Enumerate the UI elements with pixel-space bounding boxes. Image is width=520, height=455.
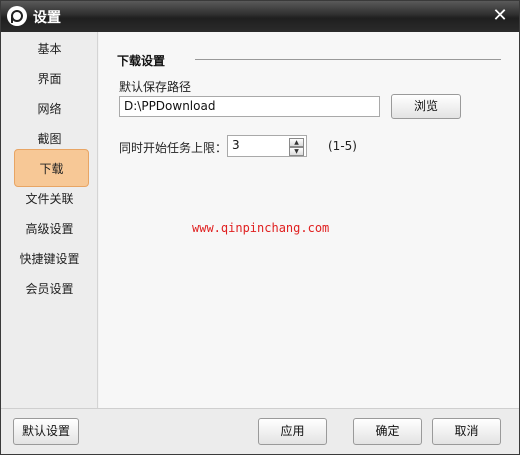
close-icon[interactable]: ✕ <box>489 5 511 27</box>
section-divider <box>195 59 501 60</box>
sidebar-item-basic[interactable]: 基本 <box>1 34 98 64</box>
sidebar-item-file-association[interactable]: 文件关联 <box>1 184 98 214</box>
app-logo-icon <box>7 6 27 26</box>
spin-down-icon[interactable]: ▼ <box>289 147 304 156</box>
browse-button[interactable]: 浏览 <box>391 94 461 119</box>
sidebar-item-shortcuts[interactable]: 快捷键设置 <box>1 244 98 274</box>
window-title: 设置 <box>33 10 61 26</box>
sidebar-item-interface[interactable]: 界面 <box>1 64 98 94</box>
sidebar-item-network[interactable]: 网络 <box>1 94 98 124</box>
settings-sidebar: 基本 界面 网络 截图 下载 文件关联 高级设置 快捷键设置 会员设置 <box>1 32 98 408</box>
cancel-button[interactable]: 取消 <box>432 418 501 445</box>
settings-content: 下载设置 默认保存路径 D:\PPDownload 浏览 同时开始任务上限： 3… <box>99 32 519 408</box>
settings-dialog: 设置 ✕ 基本 界面 网络 截图 下载 文件关联 高级设置 快捷键设置 会员设置… <box>0 0 520 455</box>
sidebar-item-advanced[interactable]: 高级设置 <box>1 214 98 244</box>
restore-defaults-button[interactable]: 默认设置 <box>13 418 79 445</box>
watermark-text: www.qinpinchang.com <box>192 221 330 235</box>
title-bar[interactable]: 设置 ✕ <box>1 1 519 32</box>
sidebar-item-membership[interactable]: 会员设置 <box>1 274 98 304</box>
save-path-field[interactable]: D:\PPDownload <box>119 96 380 117</box>
ok-button[interactable]: 确定 <box>353 418 422 445</box>
dialog-footer: 默认设置 应用 确定 取消 <box>1 408 519 454</box>
apply-button[interactable]: 应用 <box>258 418 327 445</box>
save-path-label: 默认保存路径 <box>119 80 192 94</box>
section-title: 下载设置 <box>117 54 166 68</box>
task-limit-range: (1-5) <box>328 139 357 153</box>
task-limit-label: 同时开始任务上限： <box>119 141 228 155</box>
sidebar-item-download[interactable]: 下载 <box>14 149 89 187</box>
spin-up-icon[interactable]: ▲ <box>289 138 304 147</box>
